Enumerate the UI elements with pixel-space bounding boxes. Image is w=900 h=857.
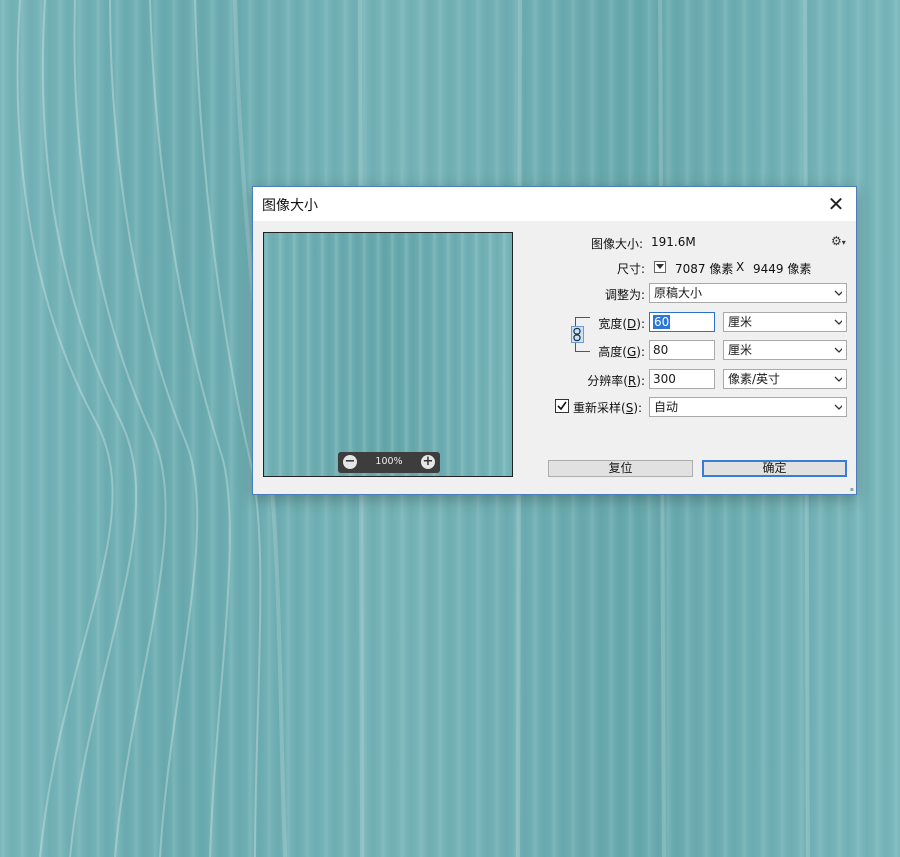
width-value: 60 — [653, 315, 671, 329]
height-label-post: ): — [636, 345, 645, 359]
fit-to-label: 调整为: — [604, 288, 645, 302]
height-label-pre: 高度( — [598, 345, 627, 359]
resample-label-post: ): — [633, 401, 643, 415]
resolution-unit: 像素/英寸 — [728, 372, 781, 386]
chevron-down-icon — [834, 376, 842, 382]
height-mnemonic: G — [626, 345, 637, 359]
gear-glyph: ⚙ — [831, 234, 842, 248]
close-icon[interactable]: ✕ — [826, 194, 846, 214]
resolution-label-pre: 分辨率( — [587, 374, 628, 388]
resample-label-pre: 重新采样( — [573, 401, 626, 415]
height-input[interactable]: 80 — [649, 340, 715, 360]
width-unit-select[interactable]: 厘米 — [723, 312, 847, 332]
chevron-down-icon — [834, 290, 842, 296]
chevron-down-icon — [834, 319, 842, 325]
dimensions-label: 尺寸: — [616, 262, 645, 276]
resample-method-select[interactable]: 自动 — [649, 397, 847, 417]
chevron-down-icon — [834, 404, 842, 410]
resample-checkbox[interactable] — [555, 399, 569, 413]
dimensions-height: 9449 像素 — [753, 262, 812, 276]
width-input[interactable]: 60 — [649, 312, 715, 332]
fit-to-value: 原稿大小 — [654, 286, 703, 300]
width-mnemonic: D — [627, 317, 637, 331]
image-size-label: 图像大小: — [590, 237, 643, 251]
resample-label: 重新采样(S): — [573, 399, 645, 416]
fit-to-select[interactable]: 原稿大小 — [649, 283, 847, 303]
dimensions-width: 7087 像素 — [675, 262, 734, 276]
checkmark-icon — [557, 401, 567, 411]
resolution-input[interactable]: 300 — [649, 369, 715, 389]
chevron-down-icon — [834, 347, 842, 353]
resolution-label-post: ): — [636, 374, 645, 388]
dimensions-dropdown-icon[interactable] — [654, 261, 666, 273]
resample-method: 自动 — [654, 400, 679, 414]
height-value: 80 — [653, 343, 669, 357]
height-unit-select[interactable]: 厘米 — [723, 340, 847, 360]
resolution-mnemonic: R — [627, 374, 637, 388]
zoom-out-icon[interactable]: − — [343, 455, 357, 469]
dimensions-separator: X — [736, 260, 745, 274]
dialog-title: 图像大小 — [262, 198, 318, 214]
height-unit: 厘米 — [728, 343, 753, 357]
image-size-dialog: 图像大小 ✕ − 100% + 图像大小: 191.6M ⚙▾ 尺寸: 7087… — [252, 186, 857, 495]
width-label: 宽度(D): — [581, 315, 645, 332]
ok-button[interactable]: 确定 — [702, 460, 847, 477]
resolution-label: 分辨率(R): — [563, 372, 645, 389]
reset-button[interactable]: 复位 — [548, 460, 693, 477]
resolution-unit-select[interactable]: 像素/英寸 — [723, 369, 847, 389]
gear-icon[interactable]: ⚙▾ — [831, 234, 846, 248]
image-size-value: 191.6M — [651, 235, 696, 249]
zoom-controls: − 100% + — [338, 452, 440, 473]
zoom-level: 100% — [375, 456, 403, 467]
resolution-value: 300 — [653, 372, 676, 386]
width-unit: 厘米 — [728, 315, 753, 329]
width-label-pre: 宽度( — [598, 317, 628, 331]
image-preview[interactable]: − 100% + — [263, 232, 513, 477]
dialog-titlebar: 图像大小 ✕ — [253, 187, 856, 221]
zoom-in-icon[interactable]: + — [421, 455, 435, 469]
width-label-post: ): — [636, 317, 645, 331]
height-label: 高度(G): — [581, 343, 645, 360]
resize-grip[interactable]: ▪ — [850, 486, 854, 493]
